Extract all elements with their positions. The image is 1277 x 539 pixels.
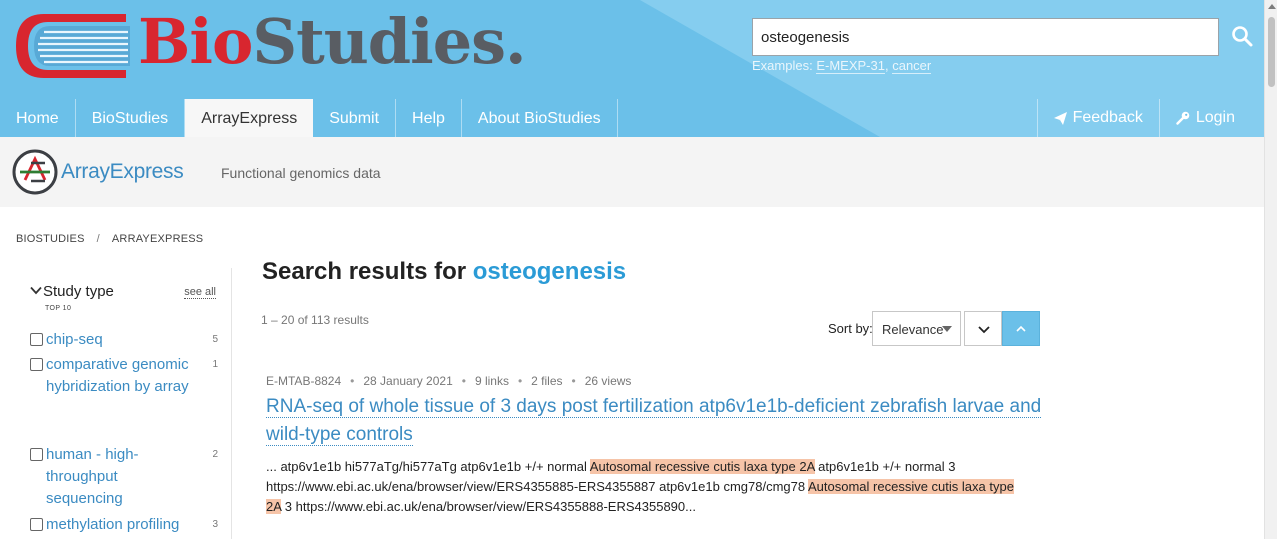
result-meta: E-MTAB-8824 • 28 January 2021 • 9 links • 2 fi… bbox=[266, 374, 632, 388]
nav-arrayexpress[interactable]: ArrayExpress bbox=[185, 99, 314, 137]
logo-studies: Studies. bbox=[252, 5, 526, 78]
snippet-highlight: Autosomal recessive cutis laxa type 2A bbox=[589, 459, 815, 474]
result-item: E-MTAB-8824 • 28 January 2021 • 9 links • 2 fi… bbox=[266, 374, 1046, 517]
result-files: 2 files bbox=[531, 374, 563, 388]
logo-wordmark: BioStudies. bbox=[138, 2, 527, 82]
sort-label: Sort by: bbox=[828, 321, 873, 336]
breadcrumb-separator: / bbox=[96, 233, 100, 245]
dropdown-triangle-icon bbox=[942, 326, 952, 332]
example-link-2[interactable]: cancer bbox=[892, 58, 932, 74]
results-count-total: of 113 results bbox=[297, 313, 369, 327]
arrayexpress-title[interactable]: ArrayExpress bbox=[61, 160, 184, 184]
paper-plane-icon bbox=[1053, 111, 1067, 125]
sort-select-value: Relevance bbox=[882, 322, 944, 337]
logo-bio: Bio bbox=[138, 5, 253, 78]
facet-item-count: 1 bbox=[212, 359, 218, 370]
results-count: 1 – 20 of 113 results bbox=[261, 313, 369, 327]
main-nav: Home BioStudies ArrayExpress Submit Help… bbox=[0, 99, 618, 137]
nav-about-biostudies[interactable]: About BioStudies bbox=[462, 99, 618, 137]
breadcrumb-biostudies[interactable]: BIOSTUDIES bbox=[16, 233, 85, 245]
result-accession: E-MTAB-8824 bbox=[266, 374, 342, 388]
login-label: Login bbox=[1195, 109, 1235, 126]
sort-select[interactable]: Relevance bbox=[872, 311, 961, 346]
scroll-up-arrow-icon[interactable] bbox=[1268, 4, 1276, 9]
login-link[interactable]: Login bbox=[1158, 99, 1251, 137]
facet-sidebar: Study type see all TOP 10 chip-seq 5 com… bbox=[28, 282, 218, 533]
examples-prefix: Examples: bbox=[752, 58, 813, 73]
result-views: 26 views bbox=[584, 374, 632, 388]
facet-subtitle: TOP 10 bbox=[45, 305, 72, 312]
facet-item-label[interactable]: methylation profiling bbox=[46, 514, 196, 536]
masthead: BioStudies. Examples: E-MEXP-31, cancer … bbox=[0, 0, 1264, 137]
facet-item-label[interactable]: human - high-throughput sequencing bbox=[46, 444, 156, 510]
facet-item-count: 2 bbox=[212, 449, 218, 460]
snippet-text: ... atp6v1e1b hi577aTg/hi577aTg atp6v1e1… bbox=[266, 459, 590, 474]
search-icon[interactable] bbox=[1230, 24, 1256, 50]
arrayexpress-header: ArrayExpress Functional genomics data bbox=[0, 137, 1264, 207]
results-heading-text: Search results for bbox=[262, 258, 467, 285]
facet-item-label[interactable]: chip-seq bbox=[46, 329, 196, 351]
snippet-text: 3 https://www.ebi.ac.uk/ena/browser/view… bbox=[281, 499, 696, 514]
result-snippet: ... atp6v1e1b hi577aTg/hi577aTg atp6v1e1… bbox=[266, 457, 1031, 517]
scrollbar-thumb[interactable] bbox=[1268, 17, 1275, 87]
search-box bbox=[752, 18, 1253, 56]
breadcrumb-arrayexpress: ARRAYEXPRESS bbox=[111, 233, 204, 245]
facet-checkbox[interactable] bbox=[30, 448, 43, 461]
facet-checkbox[interactable] bbox=[30, 333, 43, 346]
facet-item-count: 3 bbox=[212, 519, 218, 530]
chevron-up-icon bbox=[1016, 325, 1026, 332]
page-scrollbar[interactable] bbox=[1264, 0, 1277, 539]
feedback-link[interactable]: Feedback bbox=[1036, 99, 1159, 137]
secondary-nav: Feedback Login bbox=[1036, 99, 1251, 137]
result-links: 9 links bbox=[474, 374, 509, 388]
facet-item-label[interactable]: comparative genomic hybridization by arr… bbox=[46, 354, 196, 398]
results-count-range: 1 – 20 bbox=[261, 313, 295, 327]
result-title: RNA-seq of whole tissue of 3 days post f… bbox=[266, 393, 1046, 449]
result-date: 28 January 2021 bbox=[363, 374, 453, 388]
sidebar-divider bbox=[231, 268, 232, 539]
facet-checkbox[interactable] bbox=[30, 518, 43, 531]
search-examples: Examples: E-MEXP-31, cancer bbox=[752, 58, 932, 74]
sort-descending-button[interactable] bbox=[964, 311, 1002, 346]
sort-ascending-button[interactable] bbox=[1002, 311, 1040, 346]
result-title-link[interactable]: RNA-seq of whole tissue of 3 days post f… bbox=[266, 396, 1042, 446]
example-separator: , bbox=[884, 58, 889, 73]
nav-submit[interactable]: Submit bbox=[313, 99, 397, 137]
chevron-down-icon bbox=[978, 326, 990, 334]
facet-checkbox[interactable] bbox=[30, 358, 43, 371]
breadcrumb: BIOSTUDIES / ARRAYEXPRESS bbox=[16, 233, 203, 245]
facet-title: Study type bbox=[43, 283, 114, 300]
facet-see-all-link[interactable]: see all bbox=[184, 286, 216, 299]
example-link-1[interactable]: E-MEXP-31 bbox=[816, 58, 885, 74]
facet-header[interactable]: Study type see all TOP 10 bbox=[28, 282, 218, 312]
nav-home[interactable]: Home bbox=[0, 99, 76, 137]
nav-help[interactable]: Help bbox=[396, 99, 462, 137]
arrayexpress-tagline: Functional genomics data bbox=[221, 165, 381, 181]
key-icon bbox=[1176, 111, 1190, 125]
search-input[interactable] bbox=[752, 18, 1219, 56]
book-logo-icon bbox=[16, 14, 130, 78]
arrayexpress-logo-icon[interactable] bbox=[11, 148, 59, 196]
feedback-label: Feedback bbox=[1072, 109, 1143, 126]
results-query: osteogenesis bbox=[472, 258, 627, 285]
facet-item-count: 5 bbox=[212, 334, 218, 345]
chevron-down-icon[interactable] bbox=[30, 286, 42, 295]
nav-biostudies[interactable]: BioStudies bbox=[76, 99, 186, 137]
results-heading: Search results for osteogenesis bbox=[262, 258, 626, 286]
